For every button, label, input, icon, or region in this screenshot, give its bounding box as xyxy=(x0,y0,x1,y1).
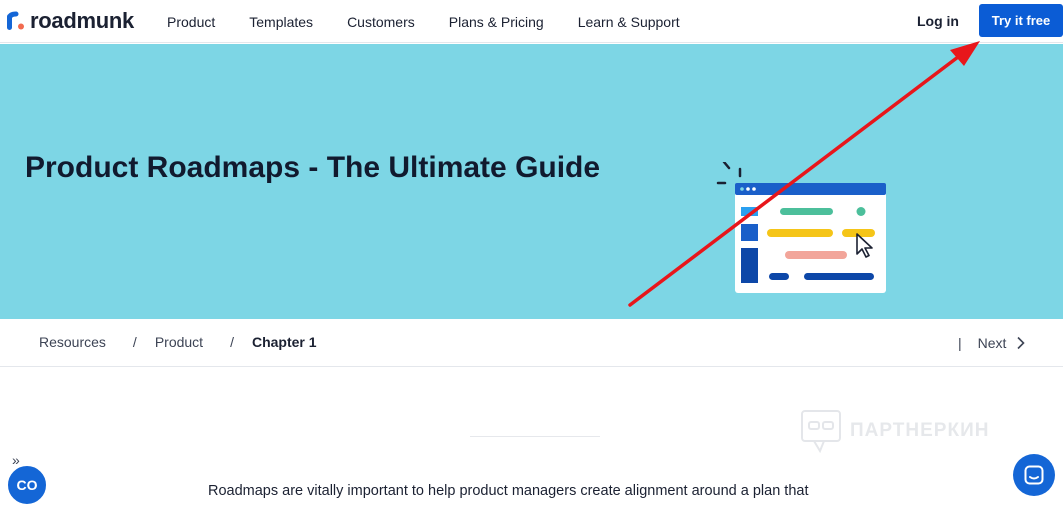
breadcrumb-current: Chapter 1 xyxy=(251,334,317,350)
next-chapter-link[interactable]: | Next xyxy=(958,319,1026,367)
next-divider: | xyxy=(958,335,962,351)
nav-templates[interactable]: Templates xyxy=(232,14,330,30)
watermark-logo-icon xyxy=(801,410,841,453)
login-link[interactable]: Log in xyxy=(905,13,971,29)
breadcrumb: Resources / Product / Chapter 1 xyxy=(39,319,317,365)
watermark-text: ПАРТНЕРКИН xyxy=(850,420,990,441)
breadcrumb-product[interactable]: Product xyxy=(155,334,203,350)
breadcrumb-separator: / xyxy=(132,334,137,350)
breadcrumb-bar: Resources / Product / Chapter 1 | Next xyxy=(0,319,1063,367)
try-it-free-button[interactable]: Try it free xyxy=(979,4,1063,37)
breadcrumb-separator: / xyxy=(230,334,234,350)
roadmap-illustration xyxy=(716,162,886,293)
chevron-right-icon xyxy=(1017,336,1026,350)
nav-product[interactable]: Product xyxy=(150,14,232,30)
page-title: Product Roadmaps - The Ultimate Guide xyxy=(25,151,601,184)
watermark: ПАРТНЕРКИН xyxy=(800,409,989,453)
nav-learn-support[interactable]: Learn & Support xyxy=(561,14,697,30)
roadmunk-logo[interactable]: roadmunk xyxy=(6,8,134,33)
nav-customers[interactable]: Customers xyxy=(330,14,432,30)
top-navigation: roadmunk Product Templates Customers Pla… xyxy=(0,0,1063,43)
brand-name: roadmunk xyxy=(30,8,134,33)
next-label: Next xyxy=(977,335,1007,351)
co-widget-button[interactable]: CO xyxy=(6,464,48,506)
chat-launcher-button[interactable] xyxy=(1013,454,1055,496)
hero-banner: Product Roadmaps - The Ultimate Guide xyxy=(0,44,1063,319)
content-divider xyxy=(470,436,600,437)
chat-icon xyxy=(1024,465,1044,485)
main-menu: Product Templates Customers Plans & Pric… xyxy=(150,0,697,43)
breadcrumb-resources[interactable]: Resources xyxy=(39,334,106,350)
nav-plans-pricing[interactable]: Plans & Pricing xyxy=(432,14,561,30)
intro-paragraph: Roadmaps are vitally important to help p… xyxy=(208,483,809,499)
roadmunk-logo-icon xyxy=(7,11,24,30)
